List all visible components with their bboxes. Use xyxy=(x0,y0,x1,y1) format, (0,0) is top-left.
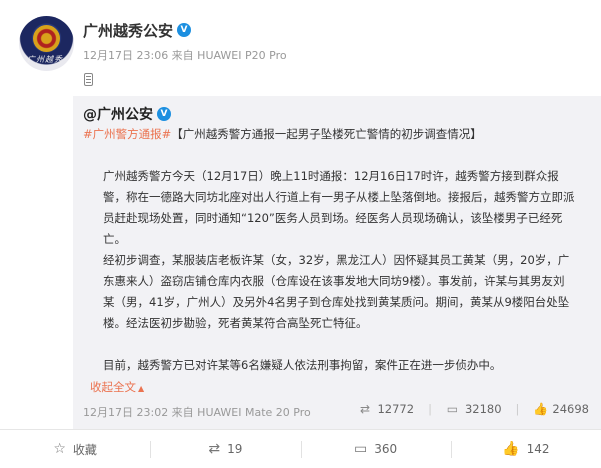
verified-badge-icon: V xyxy=(177,23,192,37)
retweet-paragraph: 目前，越秀警方已对许某等6名嫌疑人依法刑事拘留，案件正在进一步侦办中。 xyxy=(103,358,502,372)
collapse-button[interactable]: 收起全文 ▲ xyxy=(90,379,144,395)
post-meta: 12月17日 23:06 来自 HUAWEI P20 Pro xyxy=(83,49,287,62)
retweet-paragraph: 经初步调查，某服装店老板许某（女，32岁，黑龙江人）因怀疑其员工黄某（男，20岁… xyxy=(103,253,570,330)
retweet-like-button[interactable]: | 👍 24698 xyxy=(516,402,589,416)
retweet-actions: ⇄ 12772 | ▭ 32180 | 👍 24698 xyxy=(344,402,589,416)
comment-icon: ▭ xyxy=(354,441,368,457)
post-header: 广州越秀 广州越秀公安 V 12月17日 23:06 来自 HUAWEI P20… xyxy=(0,0,601,96)
retweet-title-row: #广州警方通报#【广州越秀警方通报一起男子坠楼死亡警情的初步调查情况】 xyxy=(83,126,482,142)
verified-badge-icon: V xyxy=(157,107,171,121)
author-name[interactable]: 广州越秀公安 xyxy=(83,20,173,41)
repost-icon: ⇄ xyxy=(359,402,370,416)
retweet-comment-count: 32180 xyxy=(464,402,502,416)
retweet-comment-button[interactable]: | ▭ 32180 xyxy=(428,402,501,416)
thumbs-up-icon: 👍 xyxy=(502,441,520,457)
repost-icon: ⇄ xyxy=(208,441,221,457)
divider: | xyxy=(515,402,520,416)
retweet-title: 【广州越秀警方通报一起男子坠楼死亡警情的初步调查情况】 xyxy=(171,127,482,141)
comment-icon: ▭ xyxy=(446,402,459,416)
retweet-card: @广州公安 V #广州警方通报#【广州越秀警方通报一起男子坠楼死亡警情的初步调查… xyxy=(73,96,601,429)
favorite-label: 收藏 xyxy=(72,442,97,457)
retweet-like-count: 24698 xyxy=(552,402,589,416)
avatar-signature: 广州越秀 xyxy=(27,55,63,64)
comment-button[interactable]: ▭ 360 xyxy=(300,430,451,468)
audio-icon[interactable] xyxy=(84,73,93,86)
avatar[interactable]: 广州越秀 xyxy=(19,16,74,71)
repost-count: 19 xyxy=(227,442,243,456)
police-badge-icon xyxy=(33,25,60,52)
star-icon: ☆ xyxy=(53,441,66,457)
retweet-meta: 12月17日 23:02 来自 HUAWEI Mate 20 Pro xyxy=(83,406,311,419)
repost-button[interactable]: ⇄ 19 xyxy=(150,430,300,468)
hashtag-link[interactable]: #广州警方通报# xyxy=(83,127,171,141)
favorite-button[interactable]: ☆ 收藏 xyxy=(0,430,150,468)
retweet-author-row: @广州公安 V xyxy=(83,104,171,124)
like-count: 142 xyxy=(526,442,550,456)
retweet-author[interactable]: @广州公安 xyxy=(83,104,153,124)
retweet-paragraph: 广州越秀警方今天（12月17日）晚上11时通报：12月16日17时许，越秀警方接… xyxy=(103,169,575,246)
comment-count: 360 xyxy=(374,442,398,456)
like-button[interactable]: 👍 142 xyxy=(450,430,601,468)
thumbs-up-icon: 👍 xyxy=(533,402,549,416)
chevron-up-icon: ▲ xyxy=(138,384,145,393)
retweet-repost-button[interactable]: ⇄ 12772 xyxy=(358,402,414,416)
divider: | xyxy=(428,402,432,416)
post-action-bar: ☆ 收藏 ⇄ 19 ▭ 360 👍 142 xyxy=(0,429,601,468)
retweet-repost-count: 12772 xyxy=(377,402,415,416)
collapse-label: 收起全文 xyxy=(90,380,136,394)
author-row: 广州越秀公安 V xyxy=(83,20,192,41)
